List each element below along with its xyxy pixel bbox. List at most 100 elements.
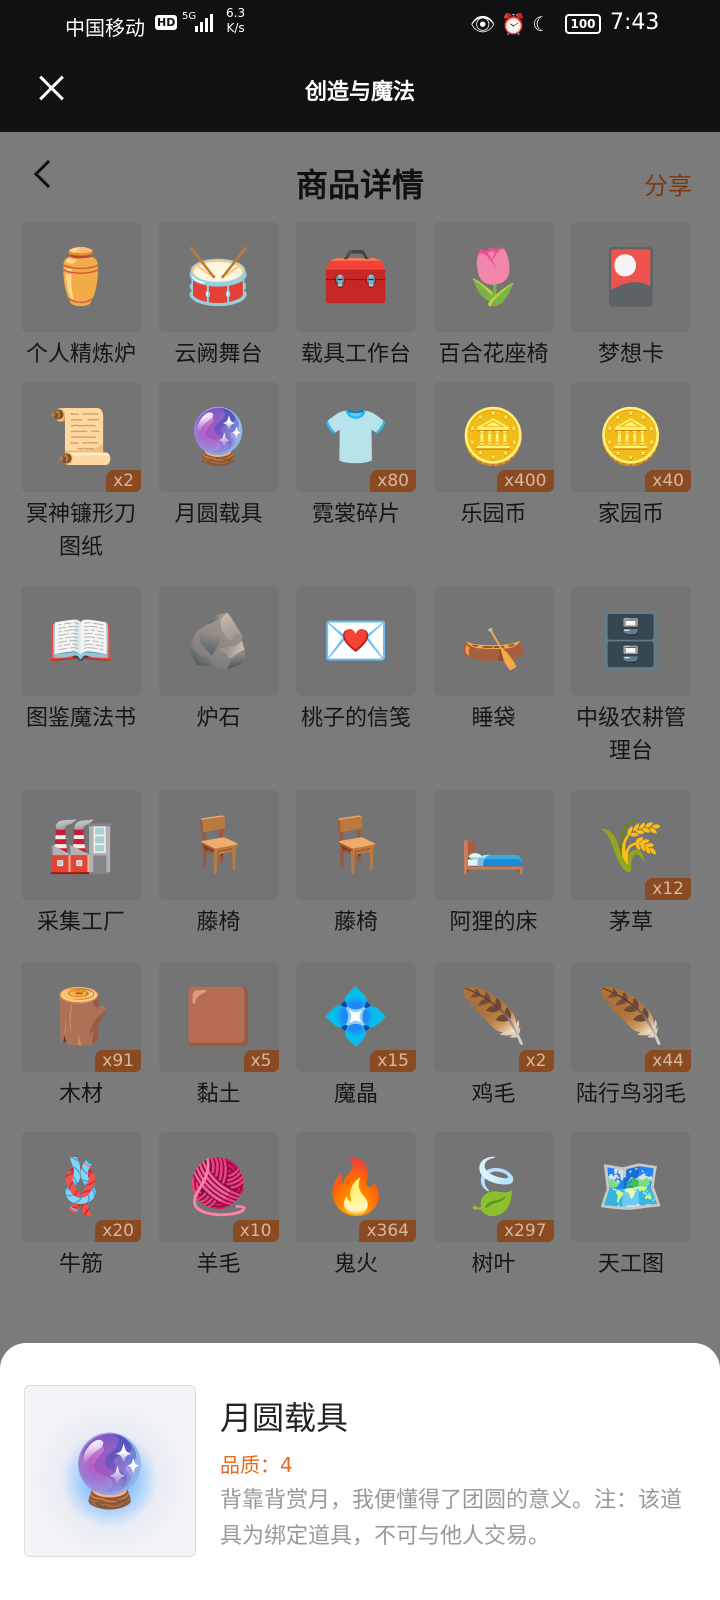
item-cell[interactable]: 🪢 x20 牛筋	[20, 1132, 142, 1281]
item-icon: 💠	[322, 985, 390, 1048]
item-cell[interactable]: 🗄️ 中级农耕管理台	[570, 586, 692, 768]
item-cell[interactable]: 💠 x15 魔晶	[295, 962, 417, 1111]
item-thumbnail: 🟫 x5	[158, 962, 279, 1072]
item-cell[interactable]: 👕 x80 霓裳碎片	[295, 382, 417, 531]
item-name-label: 百合花座椅	[438, 342, 549, 367]
item-thumbnail: 🔮	[158, 382, 279, 492]
item-thumbnail: 🪨	[158, 586, 279, 696]
item-cell[interactable]: 🥁 云阙舞台	[158, 222, 280, 371]
item-icon: 🪶	[459, 985, 528, 1048]
item-thumbnail: 🪶 x2	[433, 962, 554, 1072]
item-name-label: 乐园币	[460, 502, 527, 527]
item-cell[interactable]: 🏭 采集工厂	[20, 790, 142, 939]
item-cell[interactable]: 🔮 月圆载具	[158, 382, 280, 531]
item-name-label: 梦想卡	[597, 342, 664, 367]
item-icon: 🔮	[184, 405, 253, 468]
item-name-label: 中级农耕管理台	[575, 706, 686, 764]
battery-icon: 100	[565, 14, 601, 34]
item-thumbnail: 📖	[21, 586, 141, 696]
item-name-label: 鬼火	[333, 1252, 378, 1277]
item-icon: 🟫	[184, 985, 253, 1048]
item-icon: 🏭	[47, 813, 115, 876]
page-title: 商品详情	[295, 166, 424, 204]
item-name-label: 魔晶	[333, 1082, 378, 1107]
item-quantity-badge: x44	[645, 1050, 691, 1072]
item-cell[interactable]: 🪑 藤椅	[158, 790, 280, 939]
item-icon: 👕	[322, 405, 390, 468]
item-cell[interactable]: 🛶 睡袋	[433, 586, 555, 735]
item-quantity-badge: x12	[645, 878, 691, 900]
item-cell[interactable]: 📜 x2 冥神镰形刀图纸	[20, 382, 142, 564]
network-type: 5G	[182, 11, 197, 22]
item-thumbnail: 🥁	[158, 222, 279, 332]
item-name-label: 云阙舞台	[174, 342, 263, 367]
item-thumbnail: 🪢 x20	[21, 1132, 141, 1242]
item-cell[interactable]: 🧰 载具工作台	[295, 222, 417, 371]
signal-icon	[195, 14, 213, 32]
item-thumbnail: 🪑	[296, 790, 416, 900]
item-name-label: 阿狸的床	[449, 910, 538, 935]
item-cell[interactable]: 🟫 x5 黏土	[158, 962, 280, 1111]
item-name-label: 陆行鸟羽毛	[575, 1082, 686, 1107]
item-name-label: 霓裳碎片	[311, 502, 400, 527]
clock: 7:43	[610, 10, 660, 35]
item-cell[interactable]: 🪶 x44 陆行鸟羽毛	[570, 962, 692, 1111]
item-name-label: 图鉴魔法书	[25, 706, 136, 731]
item-cell[interactable]: 🌾 x12 茅草	[570, 790, 692, 939]
item-quantity-badge: x15	[370, 1050, 416, 1072]
speed-unit: K/s	[226, 21, 245, 35]
item-cell[interactable]: 🍃 x297 树叶	[433, 1132, 555, 1281]
item-name-label: 树叶	[471, 1252, 516, 1277]
item-cell[interactable]: 🪵 x91 木材	[20, 962, 142, 1111]
item-thumbnail: 🍃 x297	[433, 1132, 554, 1242]
item-name-label: 牛筋	[58, 1252, 103, 1277]
item-name-label: 月圆载具	[174, 502, 263, 527]
item-cell[interactable]: ⚱️ 个人精炼炉	[20, 222, 142, 371]
item-thumbnail: 🗄️	[571, 586, 691, 696]
item-icon: 🧰	[322, 245, 390, 308]
network-speed: 6.3 K/s	[226, 6, 245, 36]
item-icon: 🪢	[47, 1155, 115, 1218]
item-name-label: 家园币	[597, 502, 664, 527]
item-name-label: 炉石	[196, 706, 241, 731]
item-thumbnail: 🪙 x400	[433, 382, 554, 492]
item-name-label: 采集工厂	[36, 910, 125, 935]
item-icon: ⚱️	[47, 245, 115, 308]
item-cell[interactable]: 🪶 x2 鸡毛	[433, 962, 555, 1111]
item-icon: 🧶	[184, 1155, 253, 1218]
item-cell[interactable]: 🛏️ 阿狸的床	[433, 790, 555, 939]
item-icon: 🍃	[459, 1155, 528, 1218]
item-cell[interactable]: 🗺️ 天工图	[570, 1132, 692, 1281]
item-icon: 🛶	[459, 609, 528, 672]
item-cell[interactable]: 📖 图鉴魔法书	[20, 586, 142, 735]
item-thumbnail: 🎴	[571, 222, 691, 332]
item-quantity-badge: x400	[496, 470, 554, 492]
item-thumbnail: 🪙 x40	[571, 382, 691, 492]
item-icon: 🪑	[322, 813, 390, 876]
item-icon: 🎴	[597, 245, 665, 308]
share-button[interactable]: 分享	[644, 166, 692, 201]
item-thumbnail: 🪑	[158, 790, 279, 900]
item-cell[interactable]: 🔥 x364 鬼火	[295, 1132, 417, 1281]
item-icon: 🪙	[459, 405, 528, 468]
item-thumbnail: 🧶 x10	[158, 1132, 279, 1242]
item-icon: 🪵	[47, 985, 115, 1048]
item-thumbnail: 🌾 x12	[571, 790, 691, 900]
item-cell[interactable]: 🪙 x400 乐园币	[433, 382, 555, 531]
page-header: 商品详情 分享	[0, 132, 720, 222]
item-cell[interactable]: 🪑 藤椅	[295, 790, 417, 939]
item-cell[interactable]: 💌 桃子的信笺	[295, 586, 417, 735]
item-cell[interactable]: 🧶 x10 羊毛	[158, 1132, 280, 1281]
item-cell[interactable]: 🪨 炉石	[158, 586, 280, 735]
item-quantity-badge: x2	[106, 470, 141, 492]
item-cell[interactable]: 🎴 梦想卡	[570, 222, 692, 371]
item-cell[interactable]: 🪙 x40 家园币	[570, 382, 692, 531]
item-quantity-badge: x20	[95, 1220, 141, 1242]
item-cell[interactable]: 🌷 百合花座椅	[433, 222, 555, 371]
hd-badge: HD	[155, 15, 178, 30]
item-name-label: 黏土	[196, 1082, 241, 1107]
item-thumbnail: 🔥 x364	[296, 1132, 416, 1242]
item-name-label: 木材	[58, 1082, 103, 1107]
item-name-label: 藤椅	[196, 910, 241, 935]
item-image-icon: 🔮	[66, 1429, 154, 1512]
